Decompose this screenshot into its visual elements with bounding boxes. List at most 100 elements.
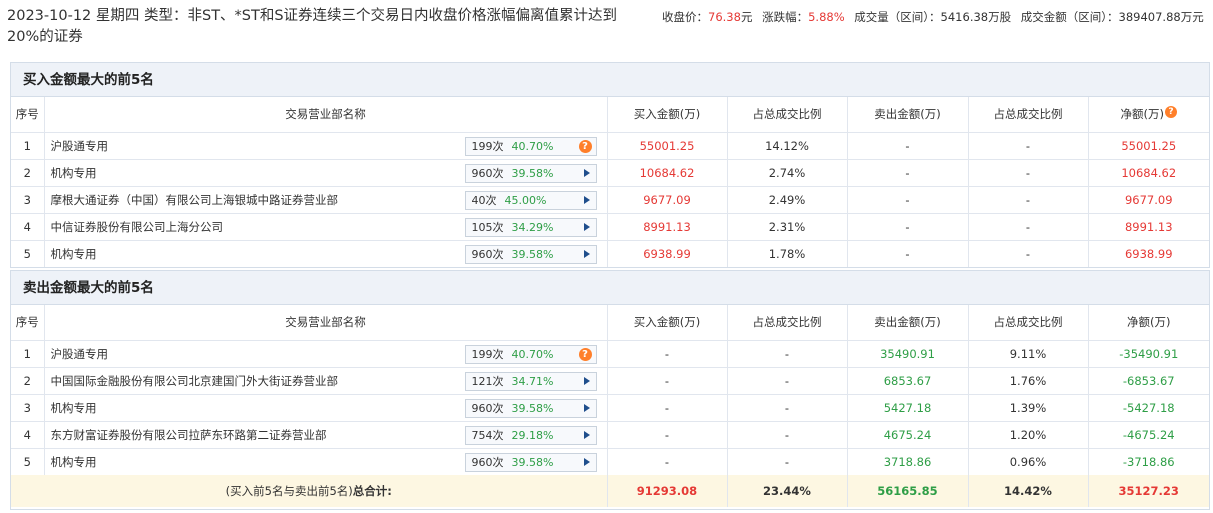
row-no: 2	[11, 159, 45, 187]
sell-ratio: -	[968, 132, 1089, 160]
branch-name-link[interactable]: 机构专用	[51, 455, 97, 469]
times-count: 199次	[471, 139, 504, 153]
buy-amount: 55001.25	[607, 132, 728, 160]
branch-name-link[interactable]: 机构专用	[51, 247, 97, 261]
buy-ratio: 2.31%	[727, 213, 848, 241]
times-count: 40次	[471, 193, 497, 207]
success-rate: 34.29%	[511, 220, 554, 234]
net-help-icon[interactable]: ?	[1164, 106, 1177, 119]
branch-name-link[interactable]: 沪股通专用	[51, 347, 109, 361]
net-amount: -4675.24	[1088, 421, 1209, 449]
branch-stats-button[interactable]: 199次 40.70%?	[464, 344, 597, 364]
play-arrow-icon[interactable]	[583, 195, 590, 204]
play-arrow-icon[interactable]	[583, 222, 590, 231]
row-no: 5	[11, 240, 45, 267]
branch-stats-button[interactable]: 960次 39.58%	[464, 244, 597, 264]
sell-ratio: 1.76%	[968, 367, 1089, 395]
sell-ratio: -	[968, 186, 1089, 214]
branch-stats-button[interactable]: 40次 45.00%	[464, 190, 597, 210]
branch-name-link[interactable]: 东方财富证券股份有限公司拉萨东环路第二证券营业部	[51, 428, 327, 442]
net-amount: 8991.13	[1088, 213, 1209, 241]
success-rate: 39.58%	[511, 401, 554, 415]
success-rate: 40.70%	[511, 139, 554, 153]
play-arrow-icon[interactable]	[583, 403, 590, 412]
sell-ratio: -	[968, 213, 1089, 241]
sell-amount: 5427.18	[847, 394, 969, 422]
times-count: 121次	[471, 374, 504, 388]
buy-ratio: -	[727, 367, 848, 395]
net-amount: -3718.86	[1122, 454, 1175, 469]
sell-amount: -	[847, 213, 969, 241]
buy-amount: -	[607, 394, 728, 422]
net-amount: -35490.91	[1088, 340, 1209, 368]
total-buy-ratio: 23.44%	[727, 475, 848, 507]
col-buy-amount: 买入金额(万)	[607, 305, 728, 341]
branch-name-link[interactable]: 中国国际金融股份有限公司北京建国门外大街证券营业部	[51, 374, 339, 388]
table-row: 2 机构专用 960次 39.58% 10684.62 2.74% - -10684.62	[11, 159, 1209, 187]
row-no: 1	[11, 340, 45, 368]
branch-cell: 机构专用 960次 39.58%	[44, 448, 608, 475]
branch-stats-button[interactable]: 754次 29.18%	[464, 425, 597, 445]
table-row: 1 沪股通专用 199次 40.70%? - -35490.91 9.11% -35490.9…	[11, 340, 1209, 368]
table-row: 3 摩根大通证券（中国）有限公司上海银城中路证券营业部 40次 45.00% 9677.…	[11, 186, 1209, 214]
sell-amount: -	[847, 159, 969, 187]
net-amount: 55001.25	[1088, 132, 1209, 160]
branch-cell: 机构专用 960次 39.58%	[44, 159, 608, 187]
sell-ratio: -	[968, 240, 1089, 267]
play-arrow-icon[interactable]	[583, 249, 590, 258]
buy-ratio: 14.12%	[727, 132, 848, 160]
branch-stats-button[interactable]: 960次 39.58%	[464, 163, 597, 183]
branch-name-link[interactable]: 中信证券股份有限公司上海分公司	[51, 220, 224, 234]
question-icon[interactable]: ?	[578, 139, 592, 153]
branch-cell: 摩根大通证券（中国）有限公司上海银城中路证券营业部 40次 45.00%	[44, 186, 608, 214]
buy-ratio: 1.78%	[727, 240, 848, 267]
col-sell-amount: 卖出金额(万)	[847, 97, 969, 133]
close-price-label: 收盘价：	[662, 10, 708, 24]
sell-table: 序号 交易营业部名称 买入金额(万) 占总成交比例 卖出金额(万) 占总成交比例…	[11, 305, 1209, 507]
col-buy-ratio: 占总成交比例	[727, 305, 848, 341]
branch-stats-button[interactable]: 199次 40.70%?	[464, 136, 597, 156]
net-amount: -5427.18	[1088, 394, 1209, 422]
col-net: 净额(万)?	[1088, 97, 1209, 133]
branch-stats-button[interactable]: 105次 34.29%	[464, 217, 597, 237]
times-count: 960次	[471, 166, 504, 180]
play-arrow-icon[interactable]	[583, 376, 590, 385]
branch-stats-button[interactable]: 121次 34.71%	[464, 371, 597, 391]
branch-cell: 沪股通专用 199次 40.70%?	[44, 132, 608, 160]
times-count: 754次	[471, 428, 504, 442]
net-amount: -6853.67	[1088, 367, 1209, 395]
sell-amount: -	[847, 132, 969, 160]
times-count: 199次	[471, 347, 504, 361]
volume-text: 成交量（区间）：5416.38万股	[854, 10, 1012, 24]
buy-ratio: -	[727, 340, 848, 368]
branch-name-link[interactable]: 机构专用	[51, 401, 97, 415]
success-rate: 34.71%	[511, 374, 554, 388]
branch-stats-button[interactable]: 960次 39.58%	[464, 452, 597, 472]
branch-stats-button[interactable]: 960次 39.58%	[464, 398, 597, 418]
sell-ratio: 1.39%	[968, 394, 1089, 422]
play-arrow-icon[interactable]	[583, 457, 590, 466]
buy-ratio: 2.49%	[727, 186, 848, 214]
buy-ratio: -	[727, 394, 848, 422]
buy-amount: -	[607, 448, 728, 475]
play-arrow-icon[interactable]	[583, 168, 590, 177]
buy-ratio: -	[727, 448, 848, 475]
branch-name-link[interactable]: 沪股通专用	[51, 139, 109, 153]
row-no: 5	[11, 448, 45, 475]
success-rate: 39.58%	[511, 455, 554, 469]
col-net: 净额(万)	[1088, 305, 1209, 341]
branch-name-link[interactable]: 机构专用	[51, 166, 97, 180]
page-title: 2023-10-12 星期四 类型：非ST、*ST和S证券连续三个交易日内收盘价…	[7, 8, 618, 45]
play-arrow-icon[interactable]	[583, 430, 590, 439]
question-icon[interactable]: ?	[578, 347, 592, 361]
sell-table-header: 序号 交易营业部名称 买入金额(万) 占总成交比例 卖出金额(万) 占总成交比例…	[11, 305, 1209, 341]
branch-name-link[interactable]: 摩根大通证券（中国）有限公司上海银城中路证券营业部	[51, 193, 339, 207]
col-no: 序号	[11, 97, 45, 133]
sell-amount: -	[847, 240, 969, 267]
close-price-unit: 元	[740, 10, 753, 24]
amount-text: 成交金额（区间）：389407.88万元	[1020, 10, 1204, 24]
buy-ratio: -	[727, 421, 848, 449]
table-row: 5 机构专用 960次 39.58% - -3718.86 0.96% -3718.86	[11, 448, 1209, 475]
buy-ratio: 2.74%	[727, 159, 848, 187]
row-no: 4	[11, 421, 45, 449]
